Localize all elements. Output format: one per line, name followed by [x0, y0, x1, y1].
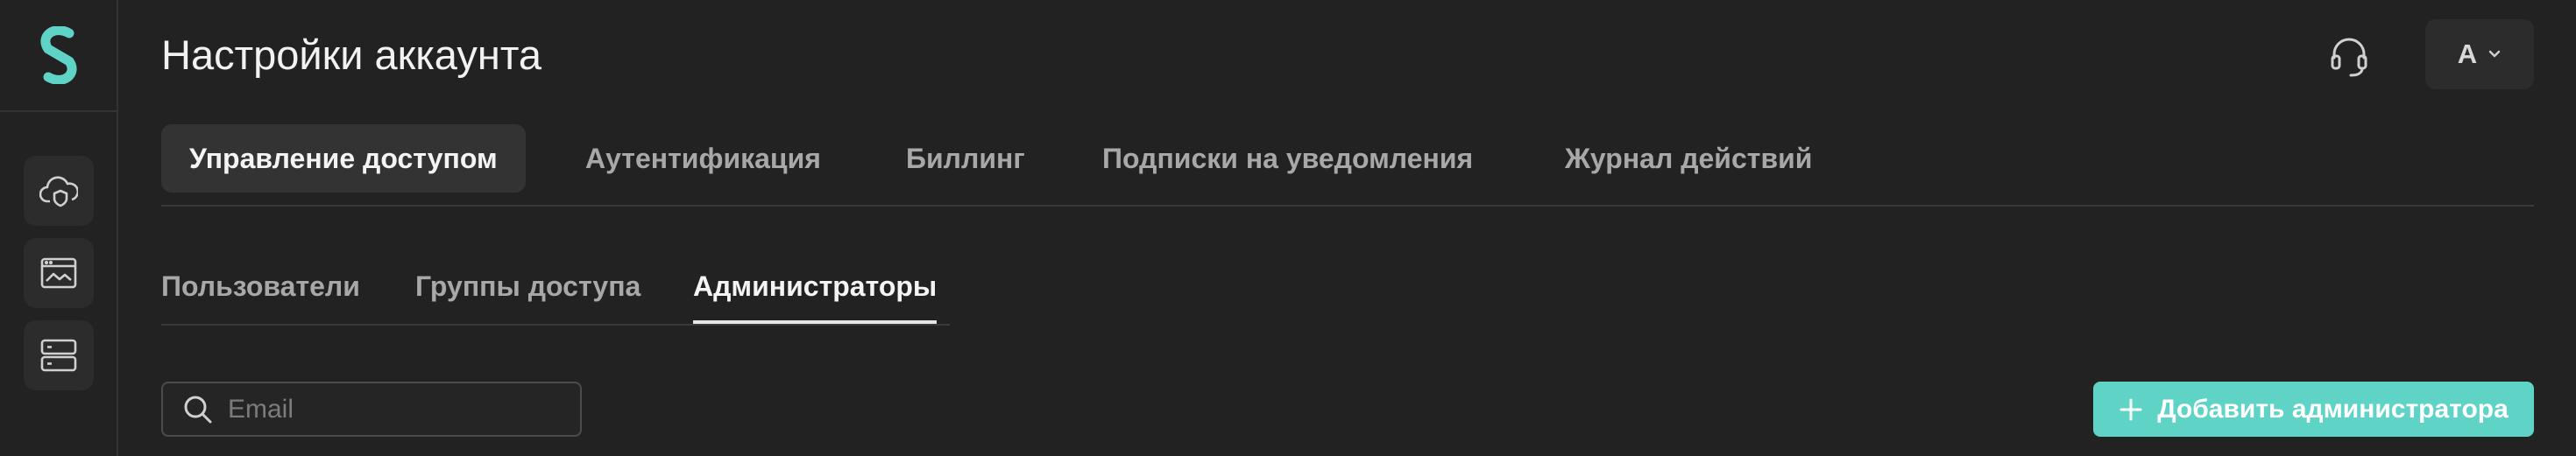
subtab-access-groups[interactable]: Группы доступа — [415, 263, 640, 324]
sidebar-item-monitoring[interactable] — [24, 238, 94, 308]
add-administrator-button[interactable]: Добавить администратора — [2093, 382, 2534, 437]
tab-activity-log[interactable]: Журнал действий — [1565, 124, 1812, 193]
tab-notification-subscriptions[interactable]: Подписки на уведомления — [1102, 124, 1473, 193]
logo-area — [0, 0, 117, 112]
chevron-down-icon — [2488, 50, 2502, 59]
search-icon — [182, 394, 214, 425]
avatar: А — [2457, 39, 2478, 69]
subtab-users[interactable]: Пользователи — [161, 263, 360, 324]
tab-billing[interactable]: Биллинг — [906, 124, 1025, 193]
tab-authentication[interactable]: Аутентификация — [585, 124, 821, 193]
page-title: Настройки аккаунта — [161, 32, 542, 78]
sidebar-item-cloud-security[interactable] — [24, 156, 94, 226]
search-field[interactable] — [161, 382, 582, 437]
main-tabs: Управление доступом Аутентификация Билли… — [161, 124, 2534, 207]
headset-icon — [2329, 35, 2369, 79]
app-logo-icon[interactable] — [36, 26, 81, 84]
support-button[interactable] — [2327, 33, 2371, 81]
add-administrator-label: Добавить администратора — [2157, 394, 2509, 424]
subtab-administrators[interactable]: Администраторы — [693, 263, 938, 324]
server-icon — [39, 338, 78, 373]
email-search-input[interactable] — [226, 393, 563, 425]
tab-access-management[interactable]: Управление доступом — [161, 124, 526, 193]
sub-tabs: Пользователи Группы доступа Администрато… — [161, 263, 950, 326]
plus-icon — [2119, 397, 2143, 422]
sidebar-item-servers[interactable] — [24, 320, 94, 390]
sidebar — [0, 0, 118, 456]
dashboard-image-icon — [39, 256, 78, 290]
cloud-shield-icon — [39, 173, 78, 208]
user-menu[interactable]: А — [2425, 19, 2534, 89]
